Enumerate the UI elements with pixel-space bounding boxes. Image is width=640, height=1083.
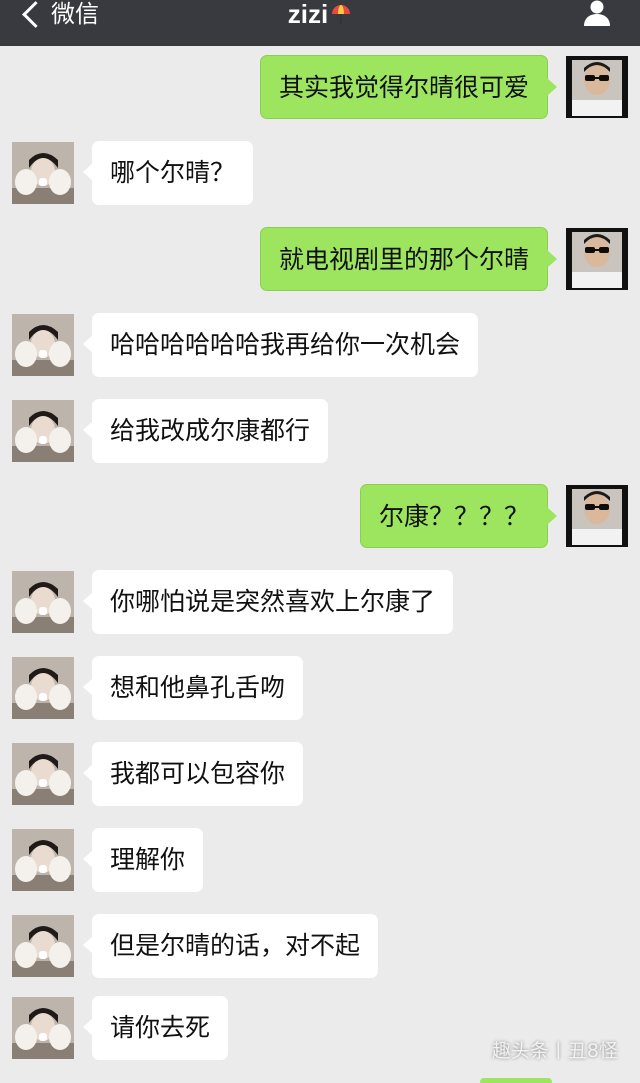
partial-message-bubble	[480, 1078, 552, 1083]
incoming-message-bubble[interactable]: 想和他鼻孔舌吻	[82, 656, 304, 720]
outgoing-message-bubble[interactable]: 其实我觉得尔晴很可爱	[259, 55, 558, 119]
outgoing-message-bubble[interactable]: 尔康？？？？	[359, 484, 558, 548]
contact-avatar[interactable]	[12, 743, 74, 805]
title-wrap: zizi	[0, 0, 640, 28]
my-avatar[interactable]	[566, 485, 628, 547]
incoming-message-bubble[interactable]: 但是尔晴的话，对不起	[82, 914, 379, 978]
profile-icon[interactable]	[582, 0, 612, 26]
contact-avatar[interactable]	[12, 571, 74, 633]
outgoing-message-bubble[interactable]: 就电视剧里的那个尔晴	[259, 227, 558, 291]
my-avatar[interactable]	[566, 56, 628, 118]
contact-avatar[interactable]	[12, 657, 74, 719]
contact-avatar[interactable]	[12, 400, 74, 462]
incoming-message-bubble[interactable]: 请你去死	[82, 996, 229, 1060]
incoming-message-bubble[interactable]: 你哪怕说是突然喜欢上尔康了	[82, 570, 454, 634]
contact-avatar[interactable]	[12, 915, 74, 977]
umbrella-emoji-icon	[332, 5, 351, 25]
contact-avatar[interactable]	[12, 829, 74, 891]
incoming-message-bubble[interactable]: 哈哈哈哈哈哈我再给你一次机会	[82, 313, 479, 377]
incoming-message-bubble[interactable]: 哪个尔晴？	[82, 141, 254, 205]
chat-title: zizi	[287, 0, 329, 29]
watermark: 趣头条丨丑8怪	[491, 1040, 618, 1062]
contact-avatar[interactable]	[12, 997, 74, 1059]
my-avatar[interactable]	[566, 228, 628, 290]
incoming-message-bubble[interactable]: 理解你	[82, 828, 204, 892]
incoming-message-bubble[interactable]: 我都可以包容你	[82, 742, 304, 806]
chat-header: 微信 zizi	[0, 0, 640, 46]
incoming-message-bubble[interactable]: 给我改成尔康都行	[82, 399, 329, 463]
contact-avatar[interactable]	[12, 314, 74, 376]
contact-avatar[interactable]	[12, 142, 74, 204]
